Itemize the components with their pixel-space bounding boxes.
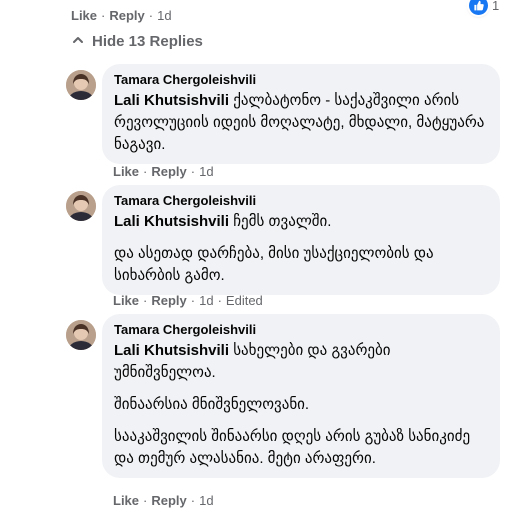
thumbs-up-icon bbox=[469, 0, 488, 15]
comment-actions: Like · Reply · 1d bbox=[113, 493, 214, 508]
comment-paragraph: შინაარსია მნიშვნელოვანი. bbox=[114, 396, 310, 413]
reply-button[interactable]: Reply bbox=[151, 493, 186, 508]
hide-replies-label: Hide 13 Replies bbox=[92, 33, 203, 50]
avatar[interactable] bbox=[66, 70, 96, 100]
comment-bubble: Tamara Chergoleishvili Lali Khutsishvili… bbox=[102, 314, 500, 478]
timestamp[interactable]: 1d bbox=[199, 293, 213, 308]
comment-author[interactable]: Tamara Chergoleishvili bbox=[114, 193, 488, 208]
comment-bubble: Tamara Chergoleishvili Lali Khutsishvili… bbox=[102, 185, 500, 295]
timestamp[interactable]: 1d bbox=[199, 493, 213, 508]
mention-link[interactable]: Lali Khutsishvili bbox=[114, 342, 229, 359]
reply-button[interactable]: Reply bbox=[151, 164, 186, 179]
like-button[interactable]: Like bbox=[71, 8, 97, 23]
like-button[interactable]: Like bbox=[113, 493, 139, 508]
timestamp[interactable]: 1d bbox=[157, 8, 171, 23]
reaction-count: 1 bbox=[492, 0, 500, 13]
comment-paragraph: და ასეთად დარჩება, მისი უსაქციელობის და … bbox=[114, 245, 434, 284]
mention-link[interactable]: Lali Khutsishvili bbox=[114, 213, 229, 230]
reply-button[interactable]: Reply bbox=[109, 8, 144, 23]
comment-bubble: Tamara Chergoleishvili Lali Khutsishvili… bbox=[102, 64, 500, 164]
hide-replies-button[interactable]: Hide 13 Replies bbox=[72, 33, 203, 50]
comment-actions: Like · Reply · 1d bbox=[113, 164, 214, 179]
edited-label[interactable]: Edited bbox=[226, 293, 263, 308]
reply-button[interactable]: Reply bbox=[151, 293, 186, 308]
comment-paragraph: სააკაშვილის შინაარსი დღეს არის გუბაზ სან… bbox=[114, 428, 471, 467]
comment-text: Lali Khutsishvili ჩემს თვალში. და ასეთად… bbox=[114, 211, 488, 287]
chevron-up-icon bbox=[72, 33, 84, 50]
avatar[interactable] bbox=[66, 191, 96, 221]
avatar[interactable] bbox=[66, 320, 96, 350]
mention-link[interactable]: Lali Khutsishvili bbox=[114, 92, 229, 109]
like-button[interactable]: Like bbox=[113, 164, 139, 179]
comment-author[interactable]: Tamara Chergoleishvili bbox=[114, 322, 488, 337]
comment-author[interactable]: Tamara Chergoleishvili bbox=[114, 72, 488, 87]
like-button[interactable]: Like bbox=[113, 293, 139, 308]
comment-text: Lali Khutsishvili ქალბატონო - საქაკშვილი… bbox=[114, 90, 488, 156]
comment-text: Lali Khutsishvili სახელები და გვარები უმ… bbox=[114, 340, 488, 470]
comment-actions: Like · Reply · 1d · Edited bbox=[113, 293, 263, 308]
comment-paragraph: ჩემს თვალში. bbox=[233, 213, 332, 230]
reaction-summary[interactable]: 1 bbox=[469, 0, 499, 15]
timestamp[interactable]: 1d bbox=[199, 164, 213, 179]
top-comment-actions: Like · Reply · 1d bbox=[71, 8, 172, 23]
